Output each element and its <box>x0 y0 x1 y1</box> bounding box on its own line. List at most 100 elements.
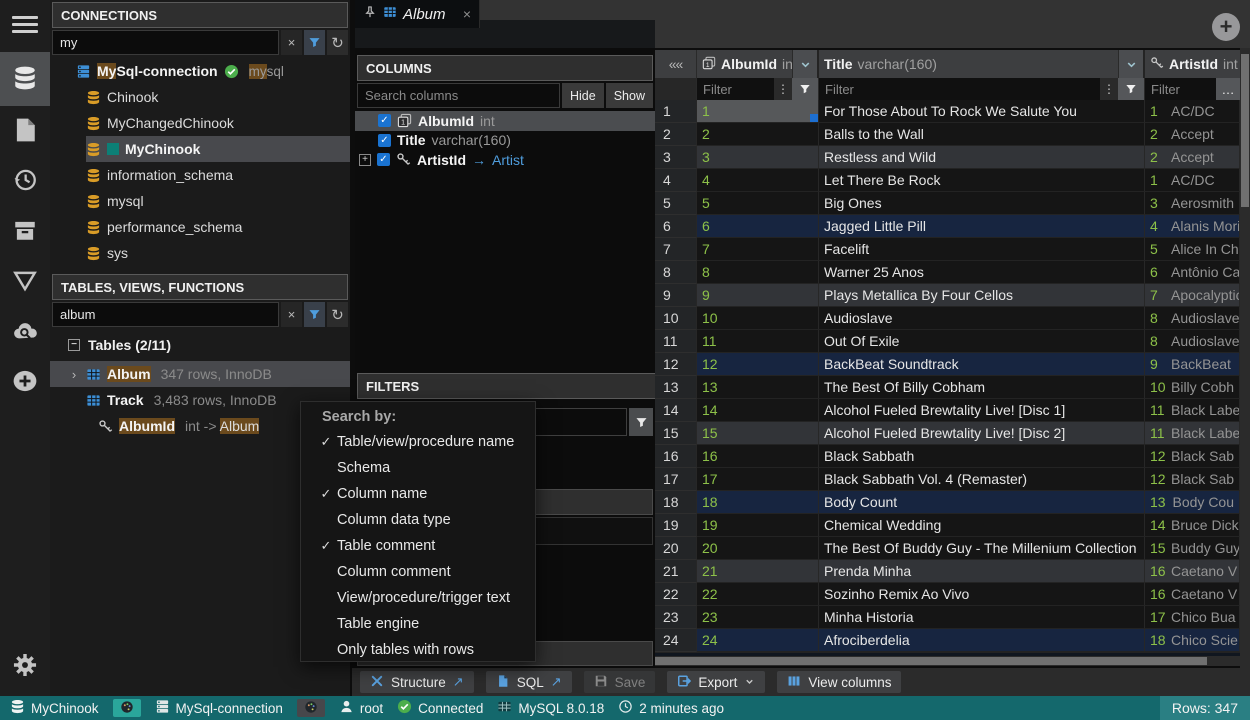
row-number[interactable]: 5 <box>655 192 697 215</box>
row-number[interactable]: 4 <box>655 169 697 192</box>
cell-artistid[interactable]: 2Accept <box>1145 146 1240 169</box>
cell-albumid[interactable]: 2 <box>697 123 819 146</box>
row-number[interactable]: 17 <box>655 468 697 491</box>
cell-albumid[interactable]: 10 <box>697 307 819 330</box>
cell-title[interactable]: Facelift <box>819 238 1145 261</box>
row-number[interactable]: 13 <box>655 376 697 399</box>
cell-albumid[interactable]: 18 <box>697 491 819 514</box>
cell-albumid[interactable]: 9 <box>697 284 819 307</box>
cell-title[interactable]: Balls to the Wall <box>819 123 1145 146</box>
funnel-icon[interactable] <box>792 78 818 100</box>
vertical-scrollbar[interactable] <box>1240 48 1250 668</box>
cell-title[interactable]: Afrociberdelia <box>819 629 1145 652</box>
cell-artistid[interactable]: 4Alanis Moris <box>1145 215 1240 238</box>
export-button[interactable]: Export <box>667 671 765 693</box>
cell-artistid[interactable]: 14Bruce Dick <box>1145 514 1240 537</box>
cell-title[interactable]: The Best Of Buddy Guy - The Millenium Co… <box>819 537 1145 560</box>
cell-albumid[interactable]: 22 <box>697 583 819 606</box>
show-button[interactable]: Show <box>606 83 653 108</box>
filter-options-icon[interactable] <box>304 30 325 55</box>
row-number[interactable]: 24 <box>655 629 697 652</box>
row-number[interactable]: 18 <box>655 491 697 514</box>
cell-title[interactable]: For Those About To Rock We Salute You <box>819 100 1145 123</box>
cell-title[interactable]: Sozinho Remix Ao Vivo <box>819 583 1145 606</box>
table-item[interactable]: ›Album347 rows, InnoDB <box>50 361 350 387</box>
cell-title[interactable]: Let There Be Rock <box>819 169 1145 192</box>
cell-artistid[interactable]: 3Aerosmith <box>1145 192 1240 215</box>
sidebar-item-files[interactable] <box>0 106 50 156</box>
cell-artistid[interactable]: 11Black Labe <box>1145 399 1240 422</box>
cell-title[interactable]: Body Count <box>819 491 1145 514</box>
cell-title[interactable]: Out Of Exile <box>819 330 1145 353</box>
cell-artistid[interactable]: 12Black Sab <box>1145 468 1240 491</box>
connection-item[interactable]: MyChinook <box>86 136 350 162</box>
filter-input-albumid[interactable] <box>697 78 774 100</box>
filter-menu-icon[interactable]: ⋮ <box>774 78 792 100</box>
row-number[interactable]: 15 <box>655 422 697 445</box>
cell-albumid[interactable]: 20 <box>697 537 819 560</box>
menu-item[interactable]: ✓Column name <box>301 481 535 507</box>
cell-title[interactable]: Warner 25 Anos <box>819 261 1145 284</box>
column-checkbox[interactable]: ✓ <box>377 153 390 166</box>
row-number[interactable]: 8 <box>655 261 697 284</box>
row-number[interactable]: 12 <box>655 353 697 376</box>
menu-item[interactable]: Column data type <box>301 507 535 533</box>
cell-title[interactable]: Black Sabbath Vol. 4 (Remaster) <box>819 468 1145 491</box>
cell-albumid[interactable]: 8 <box>697 261 819 284</box>
cell-albumid[interactable]: 15 <box>697 422 819 445</box>
connection-item[interactable]: information_schema <box>86 162 350 188</box>
filter-menu-icon[interactable]: ⋮ <box>1100 78 1118 100</box>
refresh-icon[interactable]: ↻ <box>327 302 348 327</box>
column-header-albumid[interactable]: 1 AlbumId int <box>697 50 793 78</box>
clear-search-icon[interactable]: × <box>281 30 302 55</box>
cell-albumid[interactable]: 16 <box>697 445 819 468</box>
cell-artistid[interactable]: 13Body Cou <box>1145 491 1240 514</box>
row-number[interactable]: 23 <box>655 606 697 629</box>
expand-icon[interactable]: + <box>359 154 371 166</box>
refresh-icon[interactable]: ↻ <box>327 30 348 55</box>
cell-artistid[interactable]: 9BackBeat <box>1145 353 1240 376</box>
collapse-group-icon[interactable]: − <box>68 339 80 351</box>
selection-handle[interactable] <box>810 114 818 122</box>
horizontal-scrollbar[interactable] <box>655 656 1240 666</box>
row-number[interactable]: 6 <box>655 215 697 238</box>
cell-artistid[interactable]: 1AC/DC <box>1145 169 1240 192</box>
cell-title[interactable]: BackBeat Soundtrack <box>819 353 1145 376</box>
filter-triangle-icon[interactable] <box>0 256 50 306</box>
cloud-search-icon[interactable] <box>0 306 50 356</box>
cell-albumid[interactable]: 21 <box>697 560 819 583</box>
cell-albumid[interactable]: 5 <box>697 192 819 215</box>
connection-color-button[interactable] <box>297 699 325 717</box>
structure-button[interactable]: Structure ↗ <box>360 671 474 693</box>
row-number[interactable]: 22 <box>655 583 697 606</box>
menu-item[interactable]: Schema <box>301 455 535 481</box>
cell-albumid[interactable]: 14 <box>697 399 819 422</box>
cell-albumid[interactable]: 13 <box>697 376 819 399</box>
connection-item[interactable]: sys <box>86 240 350 266</box>
row-number[interactable]: 20 <box>655 537 697 560</box>
menu-icon[interactable] <box>0 0 50 44</box>
connections-search-input[interactable] <box>52 30 279 55</box>
row-number[interactable]: 14 <box>655 399 697 422</box>
funnel-icon[interactable] <box>629 408 653 436</box>
statusbar-database[interactable]: MyChinook <box>10 699 99 717</box>
sidebar-item-archive[interactable] <box>0 206 50 256</box>
menu-item[interactable]: Table engine <box>301 611 535 637</box>
sidebar-item-history[interactable] <box>0 156 50 206</box>
connection-item[interactable]: MyChangedChinook <box>86 110 350 136</box>
menu-item[interactable]: ✓Table/view/procedure name <box>301 429 535 455</box>
filter-options-icon[interactable] <box>304 302 325 327</box>
cell-albumid[interactable]: 1 <box>697 100 819 123</box>
expand-icon[interactable]: › <box>68 367 80 382</box>
cell-albumid[interactable]: 23 <box>697 606 819 629</box>
row-number[interactable]: 9 <box>655 284 697 307</box>
cell-artistid[interactable]: 8Audioslave <box>1145 307 1240 330</box>
column-header-artistid[interactable]: ArtistId int <box>1145 50 1240 78</box>
tab-album[interactable]: Album × <box>355 0 480 28</box>
cell-artistid[interactable]: 18Chico Scie <box>1145 629 1240 652</box>
connection-color-button[interactable] <box>113 699 141 717</box>
cell-artistid[interactable]: 7Apocalyptic <box>1145 284 1240 307</box>
column-checkbox[interactable]: ✓ <box>378 114 391 127</box>
filter-input-artistid[interactable] <box>1145 78 1216 100</box>
statusbar-connection[interactable]: MySql-connection <box>155 699 283 717</box>
